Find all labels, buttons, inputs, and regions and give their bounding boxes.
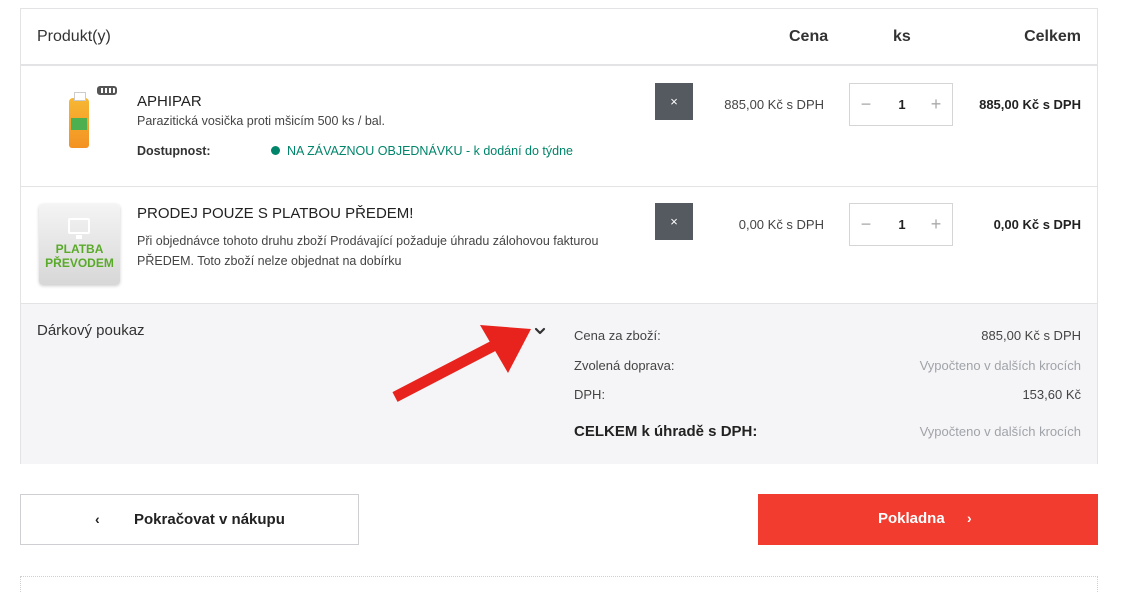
checkout-label: Pokladna xyxy=(878,510,945,527)
decrease-qty-button[interactable]: − xyxy=(852,84,880,125)
header-total: Celkem xyxy=(1024,28,1081,45)
summary-vat-value: 153,60 Kč xyxy=(1022,387,1081,402)
quantity-stepper: − 1 + xyxy=(849,83,953,126)
header-qty: ks xyxy=(893,28,911,45)
product-name[interactable]: APHIPAR xyxy=(137,93,202,110)
image-text: PŘEVODEM xyxy=(45,256,114,270)
header-product: Produkt(y) xyxy=(37,28,111,45)
availability-label: Dostupnost: xyxy=(137,144,211,158)
continue-shopping-label: Pokračovat v nákupu xyxy=(134,511,285,528)
continue-shopping-button[interactable]: ‹ Pokračovat v nákupu xyxy=(20,494,359,545)
product-name[interactable]: PRODEJ POUZE S PLATBOU PŘEDEM! xyxy=(137,205,413,222)
remove-item-button[interactable]: × xyxy=(655,203,693,240)
red-arrow-icon xyxy=(392,325,531,402)
status-dot-icon xyxy=(271,146,280,155)
line-total: 0,00 Kč s DPH xyxy=(993,217,1081,232)
product-image[interactable] xyxy=(55,80,117,154)
increase-qty-button[interactable]: + xyxy=(922,84,950,125)
summary-goods-value: 885,00 Kč s DPH xyxy=(981,328,1081,343)
unit-price: 885,00 Kč s DPH xyxy=(724,97,824,112)
unit-price: 0,00 Kč s DPH xyxy=(738,217,824,232)
chevron-right-icon: › xyxy=(967,510,972,526)
chevron-left-icon: ‹ xyxy=(95,511,100,527)
quantity-input[interactable]: 1 xyxy=(884,84,920,125)
cart-header: Produkt(y) Cena ks Celkem xyxy=(21,9,1097,66)
availability-value: NA ZÁVAZNOU OBJEDNÁVKU - k dodání do týd… xyxy=(287,144,573,158)
checkout-button[interactable]: Pokladna › xyxy=(758,494,1098,545)
product-description: Při objednávce tohoto druhu zboží Prodáv… xyxy=(137,231,627,271)
header-price: Cena xyxy=(789,28,829,45)
summary-vat-label: DPH: xyxy=(574,387,606,402)
image-text: PLATBA xyxy=(55,242,104,256)
grand-total-value: Vypočteno v dalších krocích xyxy=(919,424,1081,439)
cart-row: APHIPAR Parazitická vosička proti mšicím… xyxy=(21,66,1097,187)
voucher-label[interactable]: Dárkový poukaz xyxy=(37,322,145,339)
next-section xyxy=(20,576,1098,593)
summary-shipping-value: Vypočteno v dalších krocích xyxy=(919,358,1081,373)
description-line: PŘEDEM. Toto zboží nelze objednat na dob… xyxy=(137,254,402,268)
description-line: Při objednávce tohoto druhu zboží Prodáv… xyxy=(137,234,599,248)
quantity-input[interactable]: 1 xyxy=(884,204,920,245)
monitor-icon xyxy=(68,218,90,239)
close-icon: × xyxy=(670,94,678,109)
decrease-qty-button[interactable]: − xyxy=(852,204,880,245)
summary-goods-label: Cena za zboží: xyxy=(574,328,661,343)
cart-summary: Dárkový poukaz Cena za zboží: 885,00 Kč … xyxy=(21,304,1097,464)
product-description: Parazitická vosička proti mšicím 500 ks … xyxy=(137,114,385,128)
cart-table: Produkt(y) Cena ks Celkem APHIPAR Parazi… xyxy=(20,8,1098,464)
line-total: 885,00 Kč s DPH xyxy=(979,97,1081,112)
cart-row: PLATBA PŘEVODEM PRODEJ POUZE S PLATBOU P… xyxy=(21,187,1097,304)
remove-item-button[interactable]: × xyxy=(655,83,693,120)
grand-total-label: CELKEM k úhradě s DPH: xyxy=(574,423,758,440)
close-icon: × xyxy=(670,214,678,229)
availability-status: NA ZÁVAZNOU OBJEDNÁVKU - k dodání do týd… xyxy=(271,144,573,158)
quantity-stepper: − 1 + xyxy=(849,203,953,246)
wasp-icon xyxy=(97,86,117,95)
summary-shipping-label: Zvolená doprava: xyxy=(574,358,675,373)
product-bottle-image xyxy=(69,92,89,148)
product-image[interactable]: PLATBA PŘEVODEM xyxy=(39,204,120,285)
increase-qty-button[interactable]: + xyxy=(922,204,950,245)
